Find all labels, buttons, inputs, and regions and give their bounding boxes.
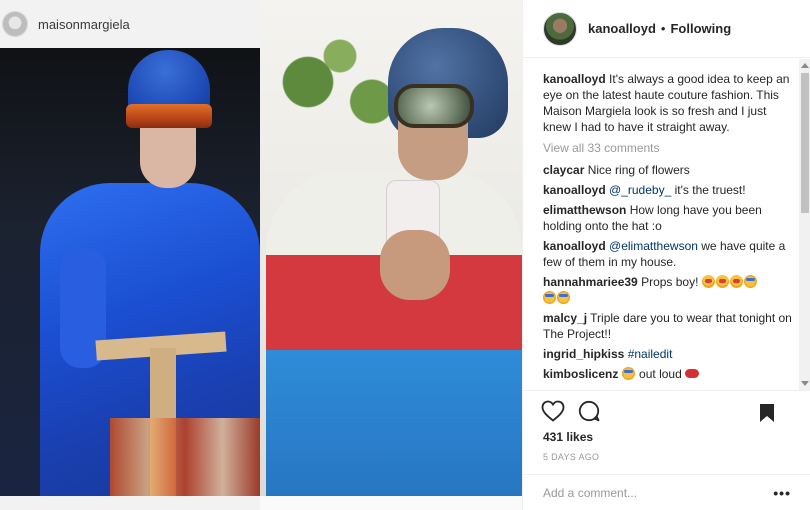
bookmark-icon[interactable]: [755, 401, 779, 425]
comment-text: Nice ring of flowers: [587, 163, 690, 177]
comment-text: it's the truest!: [674, 183, 746, 197]
sunglasses-emoji-icon: [543, 291, 556, 304]
comment-username[interactable]: kanoalloyd: [543, 239, 606, 253]
following-button[interactable]: Following: [670, 21, 731, 36]
heart-icon[interactable]: [541, 399, 565, 423]
comment-text: Props boy!: [641, 275, 699, 289]
comment-bubble-icon[interactable]: [577, 399, 601, 423]
comment-hashtag[interactable]: #nailedit: [628, 347, 673, 361]
comment-username[interactable]: hannahmariee39: [543, 275, 638, 289]
view-all-comments-link[interactable]: View all 33 comments: [543, 141, 793, 155]
embedded-username: maisonmargiela: [38, 16, 130, 32]
embedded-post-footer: [0, 496, 260, 510]
embedded-avatar: [2, 11, 28, 37]
like-count[interactable]: 431 likes: [543, 430, 593, 444]
heart-eyes-emoji-icon: [729, 275, 743, 288]
comment-item: elimatthewson How long have you been hol…: [543, 202, 793, 234]
post-timestamp: 5 DAYS AGO: [543, 452, 600, 462]
comment-item: kimboslicenz out loud: [543, 366, 793, 382]
embedded-post-header: maisonmargiela: [0, 0, 260, 48]
comment-item: ingrid_hipkiss #nailedit: [543, 346, 793, 362]
heart-eyes-emoji-icon: [715, 275, 729, 288]
post-actions: [523, 390, 810, 430]
caption-username[interactable]: kanoalloyd: [543, 72, 606, 86]
heart-eyes-emoji-icon: [701, 275, 715, 288]
comment-username[interactable]: kanoalloyd: [543, 183, 606, 197]
comments-list[interactable]: kanoalloyd It's always a good idea to ke…: [523, 59, 801, 390]
comment-username[interactable]: kimboslicenz: [543, 367, 618, 381]
comment-input[interactable]: [543, 485, 774, 500]
scroll-up-arrow-icon[interactable]: [801, 63, 809, 68]
comment-text: out loud: [639, 367, 682, 381]
post-header: kanoalloyd • Following: [523, 0, 810, 58]
post-sidebar: kanoalloyd • Following kanoalloyd It's a…: [522, 0, 810, 510]
sunglasses-emoji-icon: [557, 291, 570, 304]
photo-left-model: [0, 48, 260, 496]
comment-item: claycar Nice ring of flowers: [543, 162, 793, 178]
comment-item: hannahmariee39 Props boy!: [543, 274, 793, 306]
comment-username[interactable]: ingrid_hipkiss: [543, 347, 624, 361]
comment-item: kanoalloyd @_rudeby_ it's the truest!: [543, 182, 793, 198]
add-comment-bar: •••: [523, 474, 810, 510]
comment-username[interactable]: claycar: [543, 163, 584, 177]
comment-item: malcy_j Triple dare you to wear that ton…: [543, 310, 793, 342]
post-media[interactable]: maisonmargiela: [0, 0, 522, 510]
instagram-post-modal: maisonmargiela kanoalloyd • Following ka…: [0, 0, 810, 510]
avatar[interactable]: [543, 11, 577, 46]
caption: kanoalloyd It's always a good idea to ke…: [543, 71, 793, 135]
more-options-button[interactable]: •••: [773, 485, 791, 501]
comment-mention[interactable]: @elimatthewson: [609, 239, 698, 253]
sunglasses-emoji-icon: [621, 367, 635, 380]
comment-username[interactable]: elimatthewson: [543, 203, 626, 217]
scroll-down-arrow-icon[interactable]: [801, 381, 809, 386]
header-separator: •: [660, 21, 666, 36]
scroll-thumb[interactable]: [801, 73, 809, 213]
comment-item: kanoalloyd @elimatthewson we have quite …: [543, 238, 793, 270]
comments-scrollbar[interactable]: [799, 59, 810, 390]
comment-username[interactable]: malcy_j: [543, 311, 587, 325]
post-author-username[interactable]: kanoalloyd: [588, 21, 656, 36]
lips-emoji-icon: [685, 369, 700, 378]
comment-mention[interactable]: @_rudeby_: [609, 183, 671, 197]
sunglasses-emoji-icon: [743, 275, 757, 288]
photo-right-selfie: [260, 0, 522, 496]
